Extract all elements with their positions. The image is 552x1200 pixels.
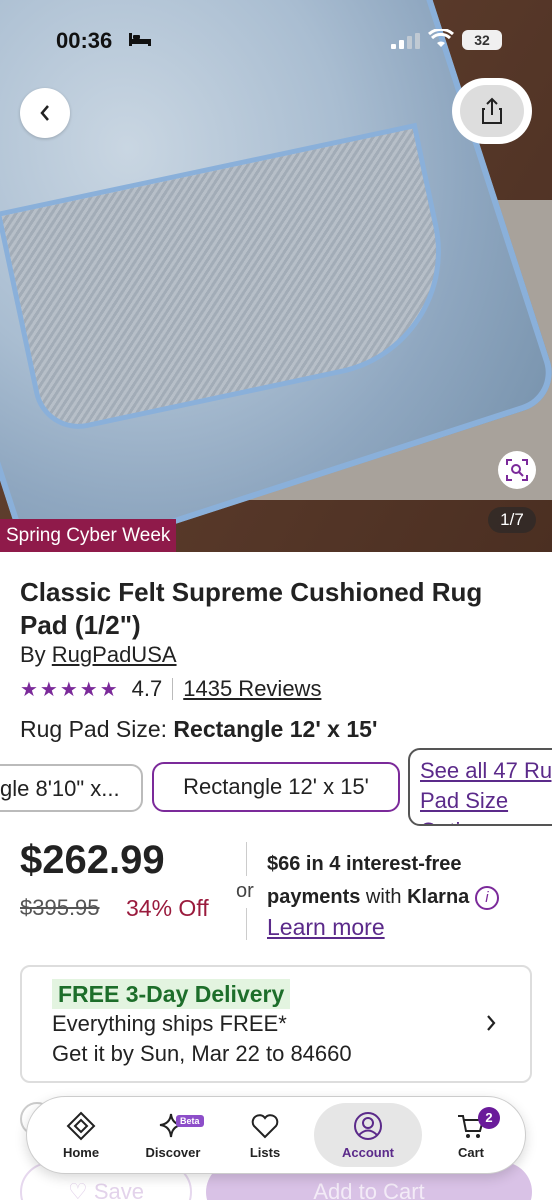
info-icon[interactable]: i xyxy=(474,885,499,910)
beta-badge: Beta xyxy=(176,1115,204,1127)
sleep-icon xyxy=(129,33,151,46)
delivery-date-line: Get it by Sun, Mar 22 to 84660 xyxy=(52,1041,352,1066)
brand-link[interactable]: RugPadUSA xyxy=(52,642,177,667)
chevron-right-icon xyxy=(487,1015,496,1031)
nav-lists[interactable]: Lists xyxy=(222,1103,308,1167)
size-option-chip-selected[interactable]: Rectangle 12' x 15' xyxy=(152,762,400,812)
divider xyxy=(246,908,247,940)
klarna-amount: $66 xyxy=(267,853,301,875)
image-counter: 1/7 xyxy=(488,507,536,533)
nav-discover[interactable]: Beta Discover xyxy=(130,1103,216,1167)
bottom-nav: Home Beta Discover Lists Account 2 Cart xyxy=(26,1096,526,1174)
share-icon xyxy=(482,97,502,124)
klarna-text: in 4 interest-free xyxy=(300,853,462,875)
klarna-payments: payments xyxy=(267,886,361,908)
home-icon xyxy=(66,1111,96,1140)
battery-indicator: 32 xyxy=(462,30,502,50)
size-selected: Rectangle 12' x 15' xyxy=(173,716,378,742)
nav-home[interactable]: Home xyxy=(38,1103,124,1167)
delivery-card[interactable]: FREE 3-Day Delivery Everything ships FRE… xyxy=(20,965,532,1083)
nav-cart-label: Cart xyxy=(457,1144,484,1160)
cellular-signal-icon xyxy=(391,33,420,49)
size-label-text: Rug Pad Size: xyxy=(20,716,174,742)
status-time: 00:36 xyxy=(56,28,113,53)
klarna-offer: $66 in 4 interest-free payments with Kla… xyxy=(267,848,537,914)
account-icon xyxy=(354,1111,382,1140)
promo-badge: Spring Cyber Week xyxy=(0,519,177,552)
back-button[interactable] xyxy=(20,88,70,138)
divider xyxy=(246,842,247,876)
see-all-sizes-link[interactable]: See all 47 Rug Pad Size Options xyxy=(408,748,552,826)
delivery-info-line: Everything ships FREE* xyxy=(52,1011,287,1036)
original-price: $395.95 xyxy=(20,895,100,920)
nav-cart[interactable]: 2 Cart xyxy=(428,1103,514,1167)
nav-account-label: Account xyxy=(342,1144,394,1160)
product-title: Classic Felt Supreme Cushioned Rug Pad (… xyxy=(20,577,483,640)
klarna-with: with xyxy=(360,886,408,908)
status-bar: 00:36 32 xyxy=(0,0,552,82)
rating-row[interactable]: ★★★★★ 4.7 1435 Reviews xyxy=(20,676,321,702)
or-label: or xyxy=(236,880,254,902)
heart-icon xyxy=(251,1113,279,1138)
nav-home-label: Home xyxy=(62,1144,100,1160)
star-rating: ★★★★★ xyxy=(20,678,120,701)
brand-byline: By RugPadUSA xyxy=(20,642,177,668)
nav-account[interactable]: Account xyxy=(314,1103,422,1167)
size-option-chip[interactable]: gle 8'10" x... xyxy=(0,764,143,812)
visual-search-icon xyxy=(506,459,528,481)
cart-count-badge: 2 xyxy=(478,1107,500,1129)
discount-percent: 34% Off xyxy=(126,895,209,921)
wifi-icon xyxy=(428,29,454,47)
save-label: Save xyxy=(93,1179,144,1200)
rating-value: 4.7 xyxy=(131,676,163,701)
share-button[interactable] xyxy=(452,78,532,144)
chevron-left-icon xyxy=(40,105,49,121)
product-image[interactable]: 00:36 32 1/7 Spring Cyber Week xyxy=(0,0,552,552)
visual-search-button[interactable] xyxy=(498,451,536,489)
free-delivery-badge: FREE 3-Day Delivery xyxy=(52,979,291,1009)
by-prefix: By xyxy=(20,642,52,667)
size-label: Rug Pad Size: Rectangle 12' x 15' xyxy=(20,716,377,743)
current-price: $262.99 xyxy=(20,838,165,882)
nav-lists-label: Lists xyxy=(249,1144,281,1160)
divider xyxy=(172,678,174,700)
learn-more-link[interactable]: Learn more xyxy=(267,914,385,941)
klarna-logo: Klarna xyxy=(407,886,470,908)
heart-icon: ♡ xyxy=(68,1179,94,1200)
reviews-link[interactable]: 1435 Reviews xyxy=(183,676,321,702)
nav-discover-label: Discover xyxy=(145,1144,201,1160)
